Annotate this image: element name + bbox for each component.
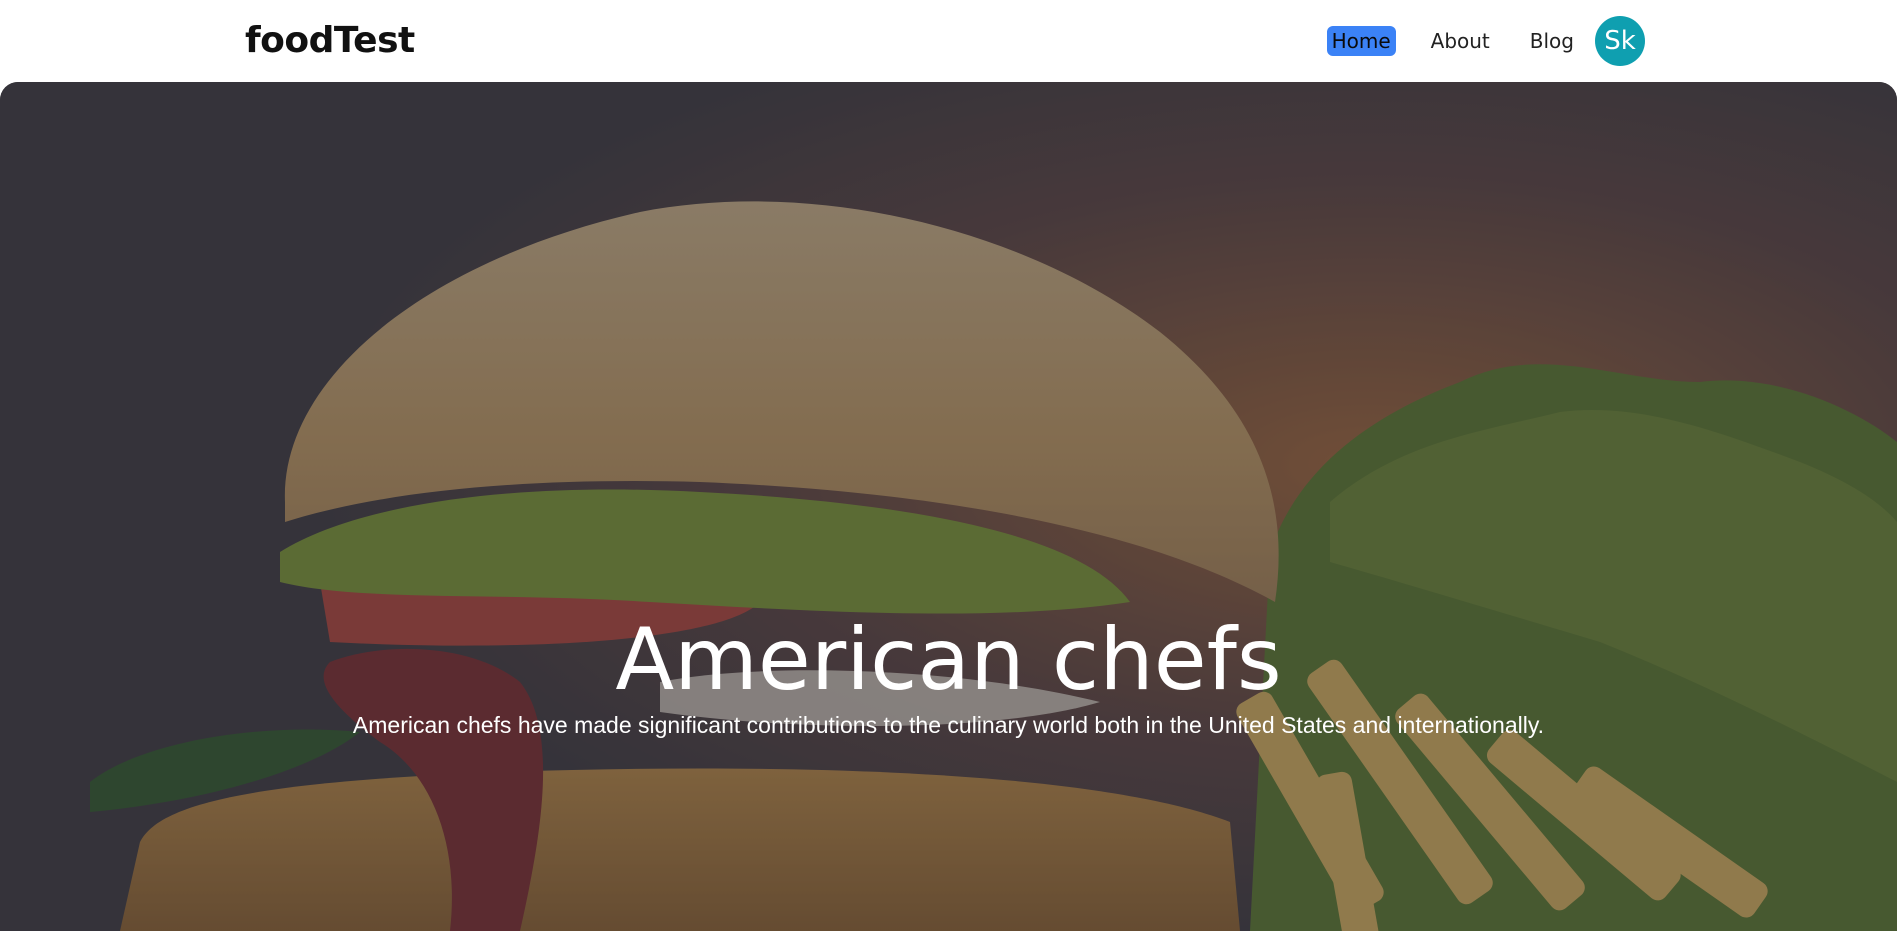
brand-logo[interactable]: foodTest (245, 20, 415, 61)
nav-home[interactable]: Home (1326, 26, 1396, 56)
hero-banner: American chefs American chefs have made … (0, 82, 1897, 931)
top-navbar: foodTest Home About Blog Sk (0, 0, 1897, 82)
main-nav: Home About Blog Sk (1326, 14, 1645, 68)
hero-subtitle: American chefs have made significant con… (352, 712, 1545, 738)
hero-background-image (0, 82, 1897, 931)
nav-blog[interactable]: Blog (1525, 26, 1579, 56)
user-avatar[interactable]: Sk (1595, 16, 1645, 66)
nav-about[interactable]: About (1426, 26, 1495, 56)
hero-title: American chefs (615, 610, 1282, 710)
